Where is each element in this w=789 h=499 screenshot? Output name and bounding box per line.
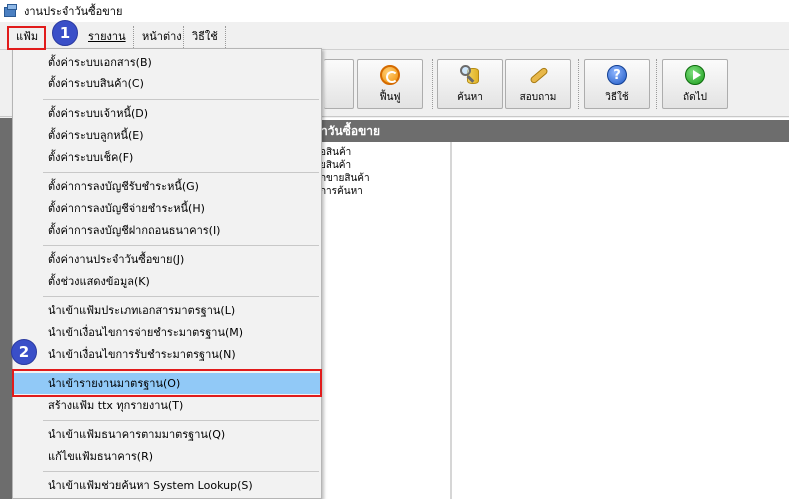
menu-item-import-lookup[interactable]: นำเข้าแฟ้มช่วยค้นหา System Lookup(S): [14, 475, 320, 496]
menu-item-daily-settings[interactable]: ตั้งค่างานประจำวันซื้อขาย(J): [14, 249, 320, 270]
menu-report[interactable]: รายงาน: [84, 28, 130, 46]
menu-item-import-pay-terms[interactable]: นำเข้าเงื่อนไขการจ่ายชำระมาตรฐาน(M): [14, 322, 320, 343]
panel-splitter[interactable]: [450, 142, 452, 499]
menu-item-edit-bank-file[interactable]: แก้ไขแฟ้มธนาคาร(R): [14, 446, 320, 467]
menu-separator: [43, 296, 319, 297]
menu-item-bank-posting[interactable]: ตั้งค่าการลงบัญชีฝากถอนธนาคาร(I): [14, 220, 320, 241]
menu-item-display-range[interactable]: ตั้งช่วงแสดงข้อมูล(K): [14, 271, 320, 292]
tree-item[interactable]: อสินค้า: [320, 146, 370, 159]
refresh-icon: [380, 65, 400, 85]
menu-separator: [225, 26, 226, 48]
menu-help[interactable]: วิธีใช้: [188, 28, 222, 46]
menu-item-import-receive-terms[interactable]: นำเข้าเงื่อนไขการรับชำระมาตรฐาน(N): [14, 344, 320, 365]
selected-item-highlight-frame: [12, 369, 322, 397]
menu-item-import-bank-file[interactable]: นำเข้าแฟ้มธนาคารตามมาตรฐาน(Q): [14, 424, 320, 445]
toolbar-separator: [432, 59, 433, 109]
next-icon: [685, 65, 705, 85]
menu-separator: [133, 26, 134, 48]
menu-separator: [43, 471, 319, 472]
refresh-button[interactable]: ฟื้นฟู: [357, 59, 423, 109]
menu-item-creditor-settings[interactable]: ตั้งค่าระบบเจ้าหนี้(D): [14, 103, 320, 124]
menu-item-document-settings[interactable]: ตั้งค่าระบบเอกสาร(B): [14, 52, 320, 73]
file-menu-dropdown: ตั้งค่าระบบเอกสาร(B) ตั้งค่าระบบสินค้า(C…: [12, 48, 322, 499]
menu-item-product-settings[interactable]: ตั้งค่าระบบสินค้า(C): [14, 73, 320, 94]
title-bar: งานประจำวันซื้อขาย: [0, 0, 789, 22]
menu-item-create-ttx[interactable]: สร้างแฟ้ม ttx ทุกรายงาน(T): [14, 395, 320, 416]
menu-item-pay-posting[interactable]: ตั้งค่าการลงบัญชีจ่ายชำระหนี้(H): [14, 198, 320, 219]
step-2-badge: 2: [11, 339, 37, 365]
workspace-header-title: จำวันซื้อขาย: [314, 124, 381, 138]
phone-icon: [527, 64, 549, 86]
search-label: ค้นหา: [457, 92, 483, 103]
menu-separator: [43, 245, 319, 246]
menu-separator: [183, 26, 184, 48]
search-button[interactable]: ค้นหา: [437, 59, 503, 109]
menu-separator: [43, 99, 319, 100]
next-button[interactable]: ถัดไป: [662, 59, 728, 109]
help-icon: ?: [607, 65, 627, 85]
tree-item[interactable]: กขายสินค้า: [320, 172, 370, 185]
menu-separator: [43, 172, 319, 173]
menu-window[interactable]: หน้าต่าง: [138, 28, 186, 46]
inquire-button[interactable]: สอบถาม: [505, 59, 571, 109]
navigation-tree: อสินค้า ยสินค้า กขายสินค้า การค้นหา: [320, 146, 370, 198]
step-1-badge: 1: [52, 20, 78, 46]
menu-item-receive-posting[interactable]: ตั้งค่าการลงบัญชีรับชำระหนี้(G): [14, 176, 320, 197]
menu-bar: แฟ้ม รายงาน หน้าต่าง วิธีใช้: [0, 22, 789, 50]
toolbar-separator: [656, 59, 657, 109]
toolbar-button-partial[interactable]: [324, 59, 354, 109]
window-title: งานประจำวันซื้อขาย: [24, 5, 123, 18]
help-button[interactable]: ? วิธีใช้: [584, 59, 650, 109]
toolbar-separator: [578, 59, 579, 109]
menu-item-cheque-settings[interactable]: ตั้งค่าระบบเช็ค(F): [14, 147, 320, 168]
inquire-label: สอบถาม: [519, 92, 557, 103]
tree-item[interactable]: ยสินค้า: [320, 159, 370, 172]
tree-item[interactable]: การค้นหา: [320, 185, 370, 198]
app-icon: [4, 4, 18, 18]
refresh-label: ฟื้นฟู: [379, 92, 401, 103]
menu-separator: [43, 420, 319, 421]
search-icon: [459, 64, 481, 86]
menu-item-import-doc-types[interactable]: นำเข้าแฟ้มประเภทเอกสารมาตรฐาน(L): [14, 300, 320, 321]
file-menu-highlight-frame: [7, 26, 46, 50]
help-label: วิธีใช้: [605, 92, 629, 103]
menu-item-debtor-settings[interactable]: ตั้งค่าระบบลูกหนี้(E): [14, 125, 320, 146]
next-label: ถัดไป: [683, 92, 707, 103]
